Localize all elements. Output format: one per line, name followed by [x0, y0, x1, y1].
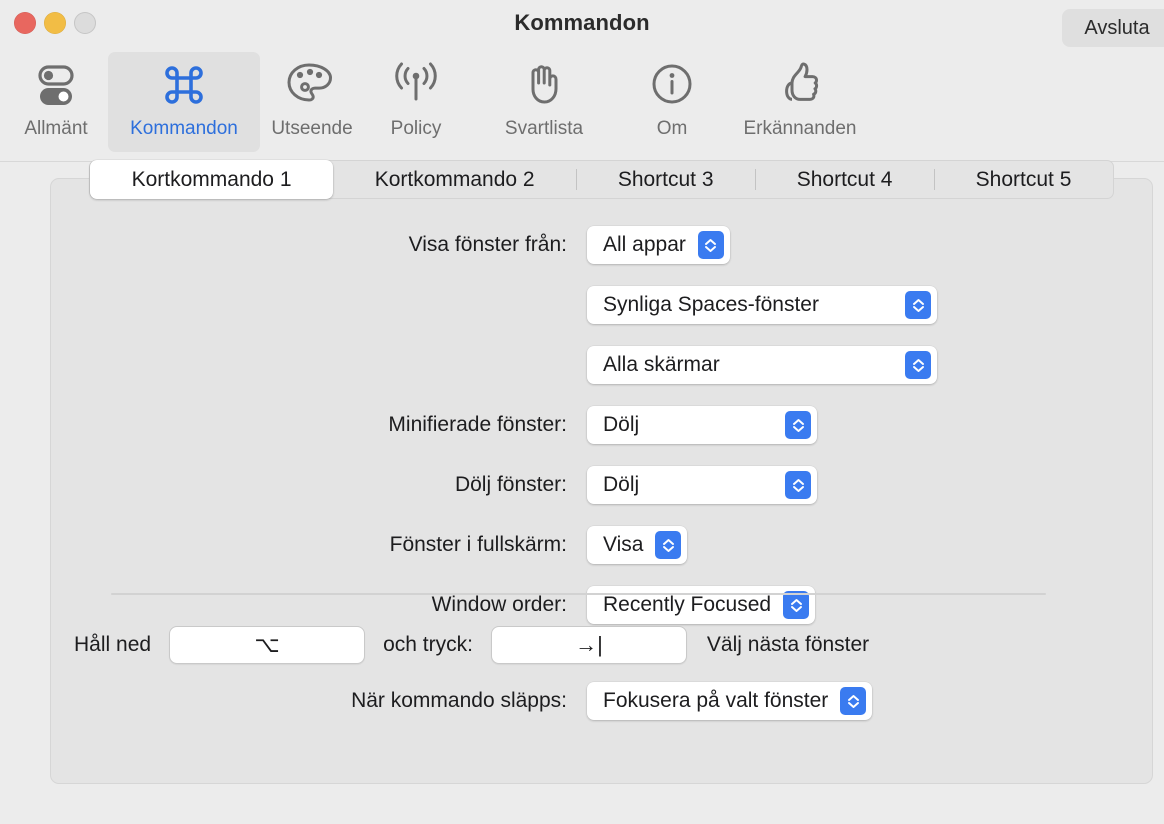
thumbs-up-icon	[774, 58, 826, 112]
shortcut-form: Visa fönster från: All appar Synliga Spa…	[51, 215, 1152, 635]
on-release-label: När kommando släpps:	[351, 689, 567, 712]
hidden-windows-value: Dölj	[603, 473, 640, 496]
row-show-windows-from: Visa fönster från: All appar	[51, 215, 1152, 275]
spaces-value: Synliga Spaces-fönster	[603, 293, 819, 316]
stepper-icon	[783, 591, 810, 619]
window-order-label: Window order:	[431, 593, 567, 616]
toolbar-item-svartlista[interactable]: Svartlista	[468, 52, 620, 152]
tab-bar: Kortkommando 1 Kortkommando 2 Shortcut 3…	[89, 160, 1114, 199]
row-fullscreen-windows: Fönster i fullskärm: Visa	[51, 515, 1152, 575]
row-hotkey: Håll ned ⌥ och tryck: →| Välj nästa föns…	[51, 619, 1152, 671]
hidden-windows-select[interactable]: Dölj	[587, 466, 817, 504]
toolbar-item-label: Erkännanden	[743, 118, 857, 139]
toggles-icon	[30, 58, 82, 112]
row-spaces: Synliga Spaces-fönster	[51, 275, 1152, 335]
fullscreen-windows-value: Visa	[603, 533, 644, 556]
trigger-key-field[interactable]: →|	[490, 626, 687, 664]
toolbar-item-erkannanden[interactable]: Erkännanden	[724, 52, 876, 152]
broadcast-icon	[390, 58, 442, 112]
screens-value: Alla skärmar	[603, 353, 720, 376]
toolbar-item-allmant[interactable]: Allmänt	[4, 52, 108, 152]
content-area: Kortkommando 1 Kortkommando 2 Shortcut 3…	[0, 160, 1164, 824]
title-bar: Kommandon Avsluta	[0, 0, 1164, 52]
modifier-key-field[interactable]: ⌥	[169, 626, 366, 664]
row-screens: Alla skärmar	[51, 335, 1152, 395]
toolbar-item-utseende[interactable]: Utseende	[260, 52, 364, 152]
window-order-value: Recently Focused	[603, 593, 772, 616]
hotkey-section: Håll ned ⌥ och tryck: →| Välj nästa föns…	[51, 619, 1152, 731]
toolbar-item-label: Kommandon	[130, 118, 238, 139]
toolbar-item-kommandon[interactable]: Kommandon	[108, 52, 260, 152]
stepper-icon	[655, 531, 682, 559]
toolbar-item-label: Allmänt	[24, 118, 88, 139]
screens-select[interactable]: Alla skärmar	[587, 346, 937, 384]
toolbar-item-policy[interactable]: Policy	[364, 52, 468, 152]
fullscreen-windows-label: Fönster i fullskärm:	[389, 533, 567, 556]
minimized-windows-label: Minifierade fönster:	[388, 413, 567, 436]
tab-shortcut-4[interactable]: Shortcut 4	[755, 160, 934, 199]
stepper-icon	[785, 411, 811, 439]
minimized-windows-value: Dölj	[603, 413, 640, 436]
row-hidden-windows: Dölj fönster: Dölj	[51, 455, 1152, 515]
hotkey-action-label: Välj nästa fönster	[706, 633, 870, 656]
minimized-windows-select[interactable]: Dölj	[587, 406, 817, 444]
row-minimized-windows: Minifierade fönster: Dölj	[51, 395, 1152, 455]
toolbar-item-label: Om	[656, 118, 688, 139]
tab-shortcut-5[interactable]: Shortcut 5	[934, 160, 1113, 199]
fullscreen-windows-select[interactable]: Visa	[587, 526, 688, 564]
info-circle-icon	[646, 58, 698, 112]
hold-down-label: Håll ned	[74, 633, 152, 656]
palette-icon	[285, 58, 339, 112]
hidden-windows-label: Dölj fönster:	[454, 473, 567, 496]
preferences-toolbar: Allmänt Kommandon Utseende Policy Svartl…	[0, 52, 1164, 162]
stepper-icon	[697, 231, 724, 259]
hand-raised-icon	[518, 58, 570, 112]
stepper-icon	[905, 291, 931, 319]
command-icon	[158, 58, 210, 112]
tab-kortkommando-1[interactable]: Kortkommando 1	[90, 160, 334, 199]
stepper-icon	[785, 471, 811, 499]
shortcut-tabview: Kortkommando 1 Kortkommando 2 Shortcut 3…	[50, 160, 1153, 784]
stepper-icon	[905, 351, 931, 379]
and-press-label: och tryck:	[383, 633, 473, 656]
tab-shortcut-3[interactable]: Shortcut 3	[576, 160, 755, 199]
section-divider	[111, 593, 1046, 595]
spaces-select[interactable]: Synliga Spaces-fönster	[587, 286, 937, 324]
on-release-select[interactable]: Fokusera på valt fönster	[587, 682, 873, 720]
row-on-release: När kommando släpps: Fokusera på valt fö…	[51, 671, 1152, 731]
toolbar-item-label: Utseende	[271, 118, 353, 139]
show-windows-from-select[interactable]: All appar	[587, 226, 730, 264]
toolbar-item-label: Policy	[390, 118, 442, 139]
toolbar-item-label: Svartlista	[504, 118, 584, 139]
show-windows-from-value: All appar	[603, 233, 686, 256]
stepper-icon	[840, 687, 867, 715]
on-release-value: Fokusera på valt fönster	[603, 689, 829, 712]
window-title: Kommandon	[514, 10, 650, 35]
show-windows-from-label: Visa fönster från:	[408, 233, 567, 256]
tab-kortkommando-2[interactable]: Kortkommando 2	[333, 160, 576, 199]
quit-button[interactable]: Avsluta	[1062, 9, 1164, 47]
toolbar-item-om[interactable]: Om	[620, 52, 724, 152]
